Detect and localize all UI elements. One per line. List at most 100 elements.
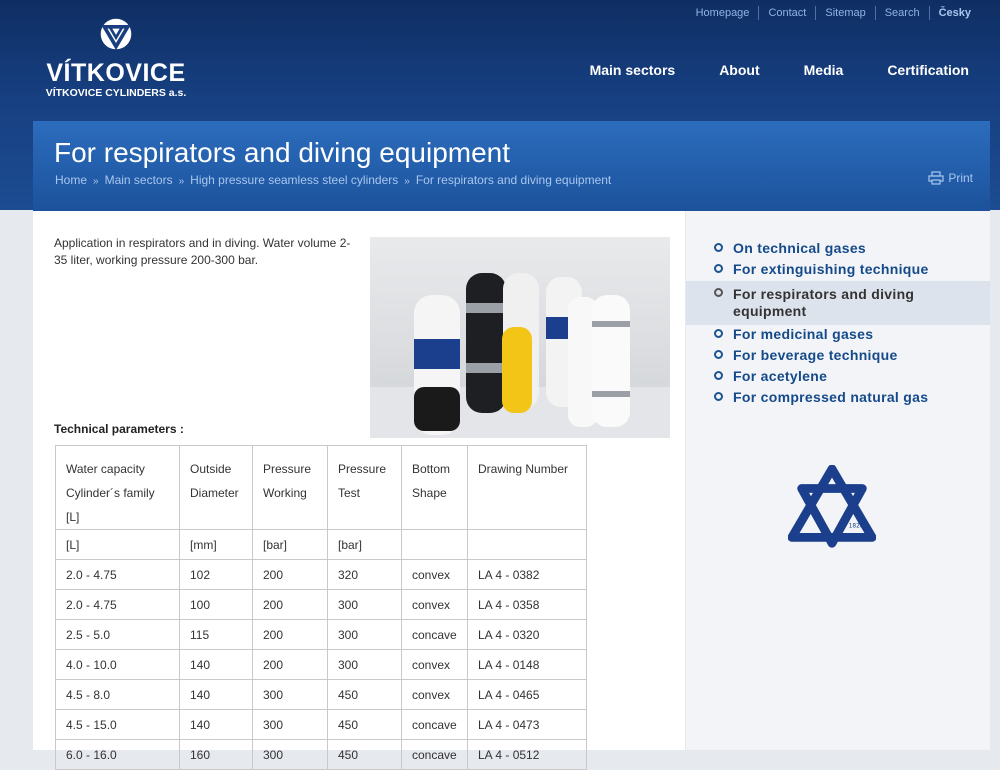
sidebar-item-beverage[interactable]: For beverage technique [686, 346, 990, 367]
print-button[interactable]: Print [928, 171, 973, 185]
table-cell: 2.0 - 4.75 [55, 589, 180, 620]
sidebar-item-label: For respirators and diving equipment [733, 286, 915, 319]
table-header-cell: Outside Diameter [179, 445, 253, 530]
print-label: Print [948, 171, 973, 185]
table-cell: 300 [327, 589, 402, 620]
table-cell: 4.5 - 8.0 [55, 679, 180, 710]
sector-list: On technical gases For extinguishing tec… [686, 239, 990, 409]
breadcrumb-current[interactable]: For respirators and diving equipment [416, 173, 611, 187]
sidebar-item-label: For acetylene [733, 368, 828, 384]
table-cell: 160 [179, 739, 253, 770]
sitemap-link[interactable]: Sitemap [815, 6, 874, 20]
table-cell: 200 [252, 589, 328, 620]
technical-parameters-label: Technical parameters : [54, 422, 184, 436]
table-row: 4.5 - 15.0 140 300 450 concave LA 4 - 0473 [55, 709, 587, 740]
contact-link[interactable]: Contact [758, 6, 815, 20]
breadcrumb-separator-icon: » [404, 176, 410, 187]
table-row: 4.5 - 8.0 140 300 450 convex LA 4 - 0465 [55, 679, 587, 710]
breadcrumb-separator-icon: » [178, 176, 185, 187]
table-cell [467, 529, 587, 560]
vitkovice-logo-icon [100, 18, 132, 51]
table-cell: 102 [179, 559, 253, 590]
emblem-year: 1828 [849, 524, 864, 530]
table-cell: 450 [327, 709, 402, 740]
intro-text: Application in respirators and in diving… [54, 236, 351, 267]
sidebar-item-label: On technical gases [733, 240, 867, 256]
breadcrumb: Home » Main sectors » High pressure seamless… [55, 173, 611, 187]
table-cell: 450 [327, 679, 402, 710]
table-cell: 100 [179, 589, 253, 620]
brand-name: VÍTKOVICE [46, 59, 186, 87]
brand-subtitle: VÍTKOVICE CYLINDERS a.s. [45, 87, 187, 99]
homepage-link[interactable]: Homepage [687, 6, 759, 20]
breadcrumb-separator-icon: » [93, 176, 99, 187]
table-cell: 2.5 - 5.0 [55, 619, 180, 650]
table-cell: 320 [327, 559, 402, 590]
table-row: 2.0 - 4.75 102 200 320 convex LA 4 - 0382 [55, 559, 587, 590]
table-cell: 300 [252, 679, 328, 710]
search-link[interactable]: Search [874, 6, 929, 20]
table-cell: concave [401, 709, 468, 740]
table-cell: 140 [179, 679, 253, 710]
table-cell: 2.0 - 4.75 [55, 559, 180, 590]
vitkovice-emblem-icon: 1828 [788, 465, 876, 548]
bullet-icon [714, 264, 723, 273]
nav-certification[interactable]: Certification [887, 62, 969, 78]
bullet-icon [714, 243, 723, 252]
table-cell [401, 529, 468, 560]
table-cell: [mm] [179, 529, 253, 560]
breadcrumb-home[interactable]: Home [55, 173, 87, 187]
table-cell: convex [401, 589, 468, 620]
table-cell: [L] [55, 529, 180, 560]
page-title: For respirators and diving equipment [54, 137, 511, 168]
sidebar-item-label: For compressed natural gas [733, 389, 929, 405]
nav-main-sectors[interactable]: Main sectors [590, 62, 676, 78]
table-row: 6.0 - 16.0 160 300 450 concave LA 4 - 0512 [55, 739, 587, 770]
bullet-icon [714, 288, 723, 297]
table-cell: LA 4 - 0465 [467, 679, 587, 710]
table-cell: concave [401, 739, 468, 770]
table-cell: 4.0 - 10.0 [55, 649, 180, 680]
sidebar-item-label: For medicinal gases [733, 326, 874, 342]
table-row: 2.5 - 5.0 115 200 300 concave LA 4 - 0320 [55, 619, 587, 650]
table-cell: LA 4 - 0473 [467, 709, 587, 740]
table-cell: 140 [179, 709, 253, 740]
table-header-cell: Water capacity Cylinder´s family [L] [55, 445, 180, 530]
table-header-cell: Pressure Working [252, 445, 328, 530]
utility-nav: Homepage Contact Sitemap Search Česky [687, 6, 980, 20]
main-nav: Main sectors About Media Certification [546, 62, 969, 78]
table-header-cell: Pressure Test [327, 445, 402, 530]
table-cell: 300 [252, 739, 328, 770]
sidebar-item-extinguishing[interactable]: For extinguishing technique [686, 260, 990, 281]
sidebar-item-cng[interactable]: For compressed natural gas [686, 388, 990, 409]
technical-parameters-table: Water capacity Cylinder´s family [L] Outs… [55, 445, 587, 770]
breadcrumb-main-sectors[interactable]: Main sectors [105, 173, 173, 187]
printer-icon [928, 171, 944, 185]
sidebar-item-label: For extinguishing technique [733, 261, 929, 277]
breadcrumb-high-pressure[interactable]: High pressure seamless steel cylinders [190, 173, 398, 187]
brand-logo[interactable]: VÍTKOVICE VÍTKOVICE CYLINDERS a.s. [36, 16, 196, 99]
table-row: 2.0 - 4.75 100 200 300 convex LA 4 - 0358 [55, 589, 587, 620]
language-czech-link[interactable]: Česky [928, 6, 980, 20]
table-cell: 4.5 - 15.0 [55, 709, 180, 740]
table-cell: LA 4 - 0148 [467, 649, 587, 680]
sidebar-item-acetylene[interactable]: For acetylene [686, 367, 990, 388]
table-cell: convex [401, 649, 468, 680]
table-cell: [bar] [252, 529, 328, 560]
nav-media[interactable]: Media [804, 62, 844, 78]
table-cell: 450 [327, 739, 402, 770]
bullet-icon [714, 392, 723, 401]
nav-about[interactable]: About [719, 62, 759, 78]
bullet-icon [714, 371, 723, 380]
table-cell: LA 4 - 0358 [467, 589, 587, 620]
bullet-icon [714, 329, 723, 338]
table-cell: 300 [327, 619, 402, 650]
table-cell: 6.0 - 16.0 [55, 739, 180, 770]
sidebar-item-respirators[interactable]: For respirators and diving equipment [686, 281, 990, 325]
sidebar-item-technical-gases[interactable]: On technical gases [686, 239, 990, 260]
table-cell: 300 [252, 709, 328, 740]
cylinders-photo [370, 237, 670, 438]
table-units-row: [L] [mm] [bar] [bar] [55, 529, 587, 560]
sidebar-item-medicinal[interactable]: For medicinal gases [686, 325, 990, 346]
main-content: Application in respirators and in diving… [33, 211, 685, 770]
